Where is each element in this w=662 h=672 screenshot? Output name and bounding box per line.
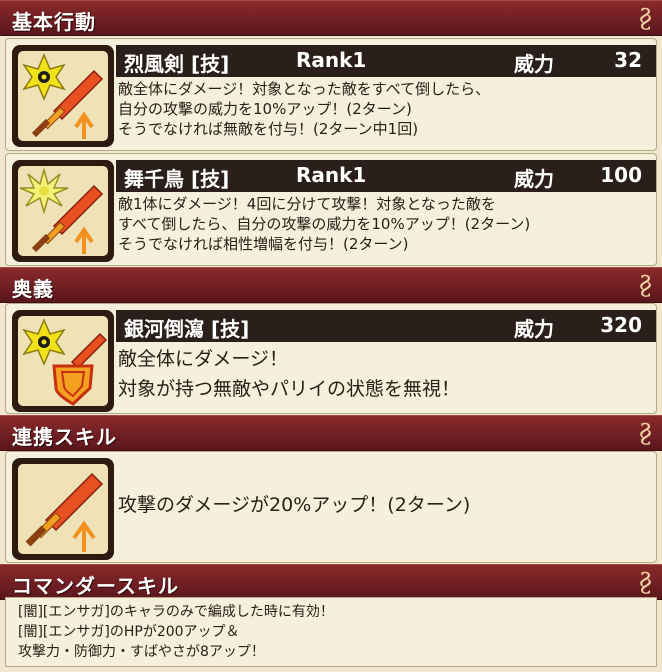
power-value: 100: [600, 163, 642, 187]
power-value: 32: [614, 48, 642, 72]
section-title: 基本行動: [12, 10, 96, 34]
shuriken-sword-icon: [22, 53, 104, 139]
skill-icon-frame: [12, 160, 114, 262]
scroll-ornament-icon: §: [639, 568, 652, 598]
skill-name: 烈風剣 [技]: [124, 52, 230, 76]
section-header-commander: コマンダースキル §: [0, 564, 662, 600]
starburst-sword-icon: [19, 167, 104, 254]
skill-card[interactable]: 舞千鳥 [技] Rank1 威力 100 敵1体にダメージ！4回に分けて攻撃！対…: [5, 153, 657, 266]
skill-description: 敵全体にダメージ！対象となった敵をすべて倒したら、 自分の攻撃の威力を10%アッ…: [118, 80, 491, 138]
ougi-card[interactable]: 銀河倒瀉 [技] 威力 320 敵全体にダメージ！ 対象が持つ無敵やパリイの状態…: [5, 303, 657, 414]
sword-up-icon: [25, 472, 104, 552]
skill-card[interactable]: 烈風剣 [技] Rank1 威力 32 敵全体にダメージ！対象となった敵をすべて…: [5, 38, 657, 151]
section-header-link: 連携スキル §: [0, 415, 662, 451]
scroll-ornament-icon: §: [639, 271, 652, 301]
ougi-name: 銀河倒瀉 [技]: [124, 317, 250, 341]
shuriken-shield-icon: [22, 318, 108, 406]
power-label: 威力: [514, 317, 554, 341]
skill-name-bar: 烈風剣 [技] Rank1 威力 32: [116, 45, 656, 77]
scroll-ornament-icon: §: [639, 419, 652, 449]
power-value: 320: [600, 313, 642, 337]
ougi-description: 敵全体にダメージ！ 対象が持つ無敵やパリイの状態を無視！: [118, 348, 461, 400]
link-skill-description: 攻撃のダメージが20%アップ！(2ターン): [118, 494, 471, 516]
skill-name: 舞千鳥 [技]: [124, 167, 230, 191]
skill-icon-frame: [12, 458, 114, 560]
commander-skill-card[interactable]: [闇][エンサガ]のキャラのみで編成した時に有効！ [闇][エンサガ]のHPが2…: [5, 597, 657, 667]
section-title: 連携スキル: [12, 425, 117, 449]
scroll-ornament-icon: §: [639, 4, 652, 34]
skill-rank: Rank1: [296, 48, 367, 72]
skill-name-bar: 舞千鳥 [技] Rank1 威力 100: [116, 160, 656, 192]
section-title: コマンダースキル: [12, 574, 179, 598]
power-label: 威力: [514, 52, 554, 76]
skill-icon-frame: [12, 310, 114, 412]
power-label: 威力: [514, 167, 554, 191]
section-header-basic: 基本行動 §: [0, 0, 662, 36]
skill-name-bar: 銀河倒瀉 [技] 威力 320: [116, 310, 656, 342]
link-skill-card[interactable]: 攻撃のダメージが20%アップ！(2ターン): [5, 451, 657, 563]
section-title: 奥義: [12, 277, 54, 301]
skill-rank: Rank1: [296, 163, 367, 187]
skill-icon-frame: [12, 45, 114, 147]
commander-skill-description: [闇][エンサガ]のキャラのみで編成した時に有効！ [闇][エンサガ]のHPが2…: [18, 604, 334, 660]
skill-description: 敵1体にダメージ！4回に分けて攻撃！対象となった敵を すべて倒したら、自分の攻撃…: [118, 195, 531, 253]
section-header-ougi: 奥義 §: [0, 267, 662, 303]
